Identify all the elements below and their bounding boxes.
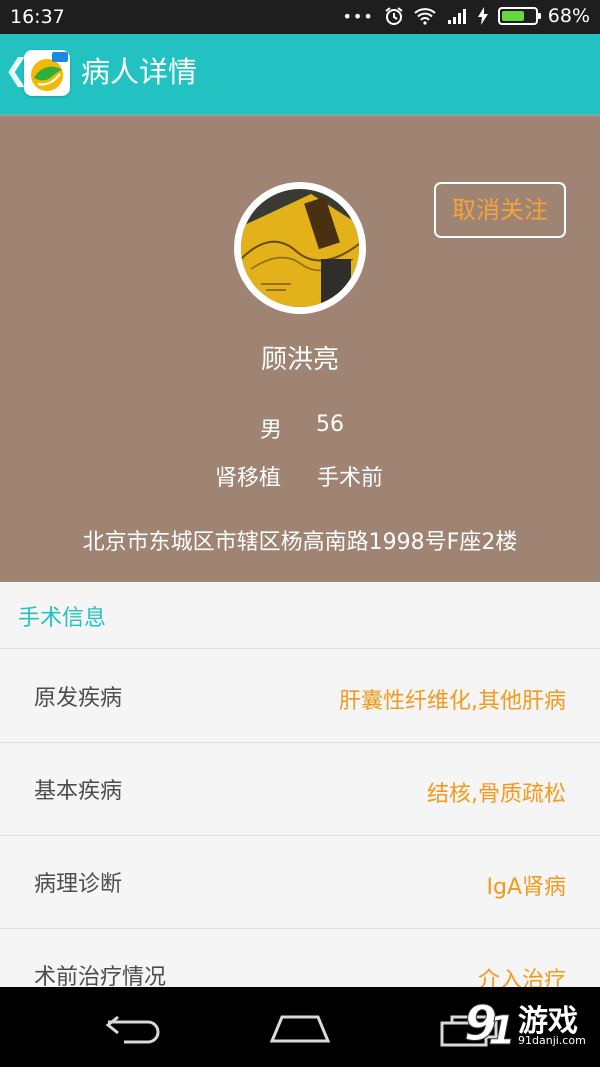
charging-icon <box>477 7 488 25</box>
status-time: 16:37 <box>10 6 65 28</box>
surgery-stage: 手术前 <box>317 466 384 491</box>
signal-icon <box>447 9 466 24</box>
battery-percent: 68% <box>547 5 590 27</box>
status-bar: 16:37 ••• 68% <box>0 0 600 34</box>
info-value: 结核,骨质疏松 <box>427 782 566 807</box>
gender-age-row: 男 56 <box>260 412 344 444</box>
info-label: 病理诊断 <box>34 872 123 897</box>
nav-back-icon[interactable] <box>104 1011 162 1045</box>
watermark-url: 91danji.com <box>518 1034 586 1047</box>
patient-gender: 男 <box>260 418 283 443</box>
alarm-icon <box>385 7 403 25</box>
patient-age: 56 <box>316 412 345 437</box>
patient-name: 顾洪亮 <box>260 345 339 375</box>
app-bar: ❮ 病人详情 <box>0 34 600 114</box>
avatar[interactable] <box>234 182 366 314</box>
site-watermark: 9 1 游戏 91danji.com <box>464 990 594 1054</box>
unfollow-button[interactable]: 取消关注 <box>434 182 566 238</box>
info-row-basic-disease: 基本疾病 结核,骨质疏松 <box>0 743 600 835</box>
nav-home-icon[interactable] <box>268 1011 332 1045</box>
info-row-pathology: 病理诊断 IgA肾病 <box>0 836 600 928</box>
watermark-logo-icon: 9 1 <box>464 996 514 1053</box>
transplant-row: 肾移植 手术前 <box>215 460 383 492</box>
leaf-logo-icon <box>31 52 68 91</box>
status-icons: ••• 68% <box>342 5 590 27</box>
section-title-surgery-info: 手术信息 <box>18 606 107 631</box>
transplant-type: 肾移植 <box>215 466 282 491</box>
info-value: 肝囊性纤维化,其他肝病 <box>339 689 566 714</box>
more-dots-icon: ••• <box>342 6 374 26</box>
battery-icon <box>497 7 541 25</box>
info-row-primary-disease: 原发疾病 肝囊性纤维化,其他肝病 <box>0 650 600 742</box>
svg-text:1: 1 <box>488 1008 514 1052</box>
patient-address: 北京市东城区市辖区杨高南路1998号F座2楼 <box>82 530 518 555</box>
page-title: 病人详情 <box>81 55 198 89</box>
wifi-icon <box>414 8 436 25</box>
info-label: 原发疾病 <box>34 686 123 711</box>
avatar-photo <box>241 189 359 307</box>
patient-header: 取消关注 顾洪亮 男 56 肾移植 手术前 北京市东城区市辖区杨高南路1998号… <box>0 117 600 582</box>
app-logo[interactable] <box>24 50 70 96</box>
divider <box>0 648 600 649</box>
info-label: 基本疾病 <box>34 779 123 804</box>
info-value: IgA肾病 <box>486 875 566 900</box>
